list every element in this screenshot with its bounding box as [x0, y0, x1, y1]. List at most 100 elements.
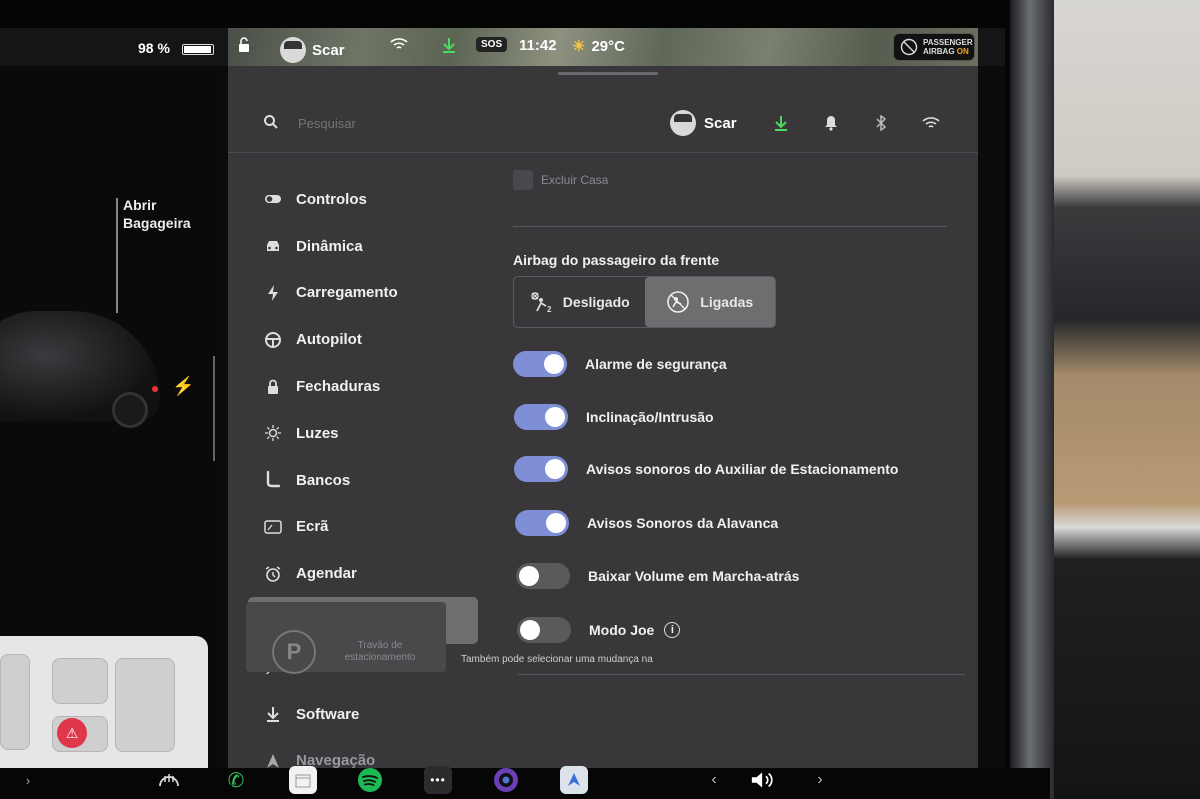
nav-item-label: Carregamento: [296, 284, 398, 302]
screen-bezel-edge: [1010, 0, 1054, 799]
nav-item-autopilot[interactable]: Autopilot: [248, 316, 478, 363]
search-input[interactable]: [298, 116, 498, 131]
nav-item-label: Bancos: [296, 471, 351, 489]
nav-item-label: Autopilot: [296, 331, 362, 349]
header-wifi-icon[interactable]: [922, 114, 940, 132]
header-download-icon[interactable]: [772, 114, 790, 132]
toggle-knob: [519, 566, 539, 586]
nav-item-carregamento[interactable]: Carregamento: [248, 270, 478, 317]
sun-icon: [264, 424, 282, 442]
airbag-section-title: Airbag do passageiro da frente: [513, 252, 720, 268]
calendar-icon[interactable]: [289, 766, 317, 794]
seatbelt-alert-icon: ⚠: [57, 718, 87, 748]
trunk-pointer-line: [116, 198, 118, 313]
airbag-on-button[interactable]: Ligadas: [644, 277, 775, 327]
toggle-switch[interactable]: [514, 456, 568, 482]
navigation-app-icon[interactable]: [560, 766, 588, 794]
nav-item-label: Ecrã: [296, 518, 329, 536]
section-divider-2: [518, 674, 965, 675]
car-view-scrollbar[interactable]: [213, 356, 215, 461]
airbag-icon: [900, 38, 918, 56]
toggle-label: Inclinação/Intrusão: [586, 409, 714, 425]
exclude-home-checkbox[interactable]: [513, 170, 533, 190]
settings-nav: Controlos Dinâmica Carregamento Autopilot Fe…: [248, 176, 478, 768]
parking-brake-label-2: estacionamento: [344, 652, 416, 663]
parking-brake-label: Travão de estacionamento: [342, 640, 418, 664]
header-user-avatar: [670, 110, 696, 136]
passenger-airbag-badge: PASSENGER AIRBAG ON: [893, 33, 975, 61]
open-trunk-button[interactable]: Abrir Bagageira: [123, 196, 191, 232]
bell-icon[interactable]: [822, 114, 840, 132]
lock-icon: [264, 378, 282, 396]
nav-item-navegacao[interactable]: Navegação: [248, 738, 478, 768]
toggle-knob: [545, 459, 565, 479]
car-wheel: [112, 392, 148, 428]
toggle-knob: [544, 354, 564, 374]
phone-icon[interactable]: ✆: [222, 766, 250, 794]
toggle-switch[interactable]: [513, 351, 567, 377]
charge-port-indicator[interactable]: [152, 386, 158, 392]
nav-item-label: Software: [296, 705, 360, 723]
parking-brake-button[interactable]: P Travão de estacionamento: [246, 602, 446, 674]
nav-item-bancos[interactable]: Bancos: [248, 457, 478, 504]
more-apps-icon[interactable]: •••: [424, 766, 452, 794]
open-trunk-label-2: Bagageira: [123, 215, 191, 231]
steering-wheel-icon: [264, 331, 282, 349]
alarm-clock-icon: [264, 565, 282, 583]
header-user-name: Scar: [704, 114, 737, 132]
toggle-label: Baixar Volume em Marcha-atrás: [588, 568, 800, 584]
clock: 11:42: [519, 37, 557, 54]
search-icon[interactable]: [263, 114, 279, 130]
volume-icon[interactable]: [750, 766, 778, 794]
open-trunk-label-1: Abrir: [123, 197, 157, 213]
dock-chevron-right-icon[interactable]: ›: [14, 766, 42, 794]
toggle-label: Alarme de segurança: [585, 356, 727, 372]
airbag-on-icon: [667, 291, 690, 313]
nav-item-controlos[interactable]: Controlos: [248, 176, 478, 223]
volume-up-chevron-icon[interactable]: ›: [806, 766, 834, 794]
toggle-row: Inclinação/Intrusão: [514, 404, 714, 430]
battery-level-fill: [184, 46, 212, 53]
seat-front-passenger: [52, 658, 108, 704]
battery-icon: [182, 44, 214, 55]
svg-text:2: 2: [547, 305, 552, 313]
camera-icon[interactable]: [492, 766, 520, 794]
nav-item-dinamica[interactable]: Dinâmica: [248, 223, 478, 270]
toggle-switch[interactable]: [515, 510, 569, 536]
exclude-home-label: Excluir Casa: [541, 173, 609, 187]
bolt-icon[interactable]: ⚡: [172, 376, 194, 397]
temperature: 29°C: [591, 37, 625, 55]
seat-occupancy-panel: [0, 636, 208, 768]
toggle-knob: [520, 620, 540, 640]
nav-item-fechaduras[interactable]: Fechaduras: [248, 363, 478, 410]
panel-drag-handle[interactable]: [558, 72, 658, 75]
nav-item-label: Controlos: [296, 190, 367, 208]
bluetooth-icon[interactable]: [872, 114, 890, 132]
toggle-switch[interactable]: [516, 563, 570, 589]
exclude-home-option[interactable]: Excluir Casa: [513, 170, 608, 190]
toggle-row: Baixar Volume em Marcha-atrás: [516, 563, 799, 589]
toggle-switch[interactable]: [517, 617, 571, 643]
airbag-segmented-control: 2 Desligado Ligadas: [513, 276, 776, 328]
nav-item-software[interactable]: Software: [248, 691, 478, 738]
car-view: Abrir Bagageira ⚡ ⚠: [0, 66, 222, 768]
toggle-icon: [264, 190, 282, 208]
seat-driver: [0, 654, 30, 750]
car-interior-background: [1054, 0, 1200, 799]
sos-button[interactable]: SOS: [476, 37, 508, 52]
download-icon[interactable]: [442, 37, 456, 53]
toggle-switch[interactable]: [514, 404, 568, 430]
status-user[interactable]: Scar: [280, 37, 345, 63]
nav-item-agendar[interactable]: Agendar: [248, 550, 478, 597]
volume-down-chevron-icon[interactable]: ‹: [700, 766, 728, 794]
nav-item-luzes[interactable]: Luzes: [248, 410, 478, 457]
airbag-off-button[interactable]: 2 Desligado: [514, 277, 645, 327]
spotify-icon[interactable]: [356, 766, 384, 794]
touchscreen: 98 % Scar SOS 11:42 ☀ 29°C PASSENGER AIR…: [0, 28, 1005, 768]
lock-open-icon[interactable]: [236, 37, 252, 53]
info-icon[interactable]: i: [664, 622, 681, 638]
nav-item-ecra[interactable]: Ecrã: [248, 504, 478, 551]
airbag-on-label: Ligadas: [700, 294, 754, 310]
defrost-icon[interactable]: [155, 766, 183, 794]
header-user[interactable]: Scar: [670, 110, 737, 136]
